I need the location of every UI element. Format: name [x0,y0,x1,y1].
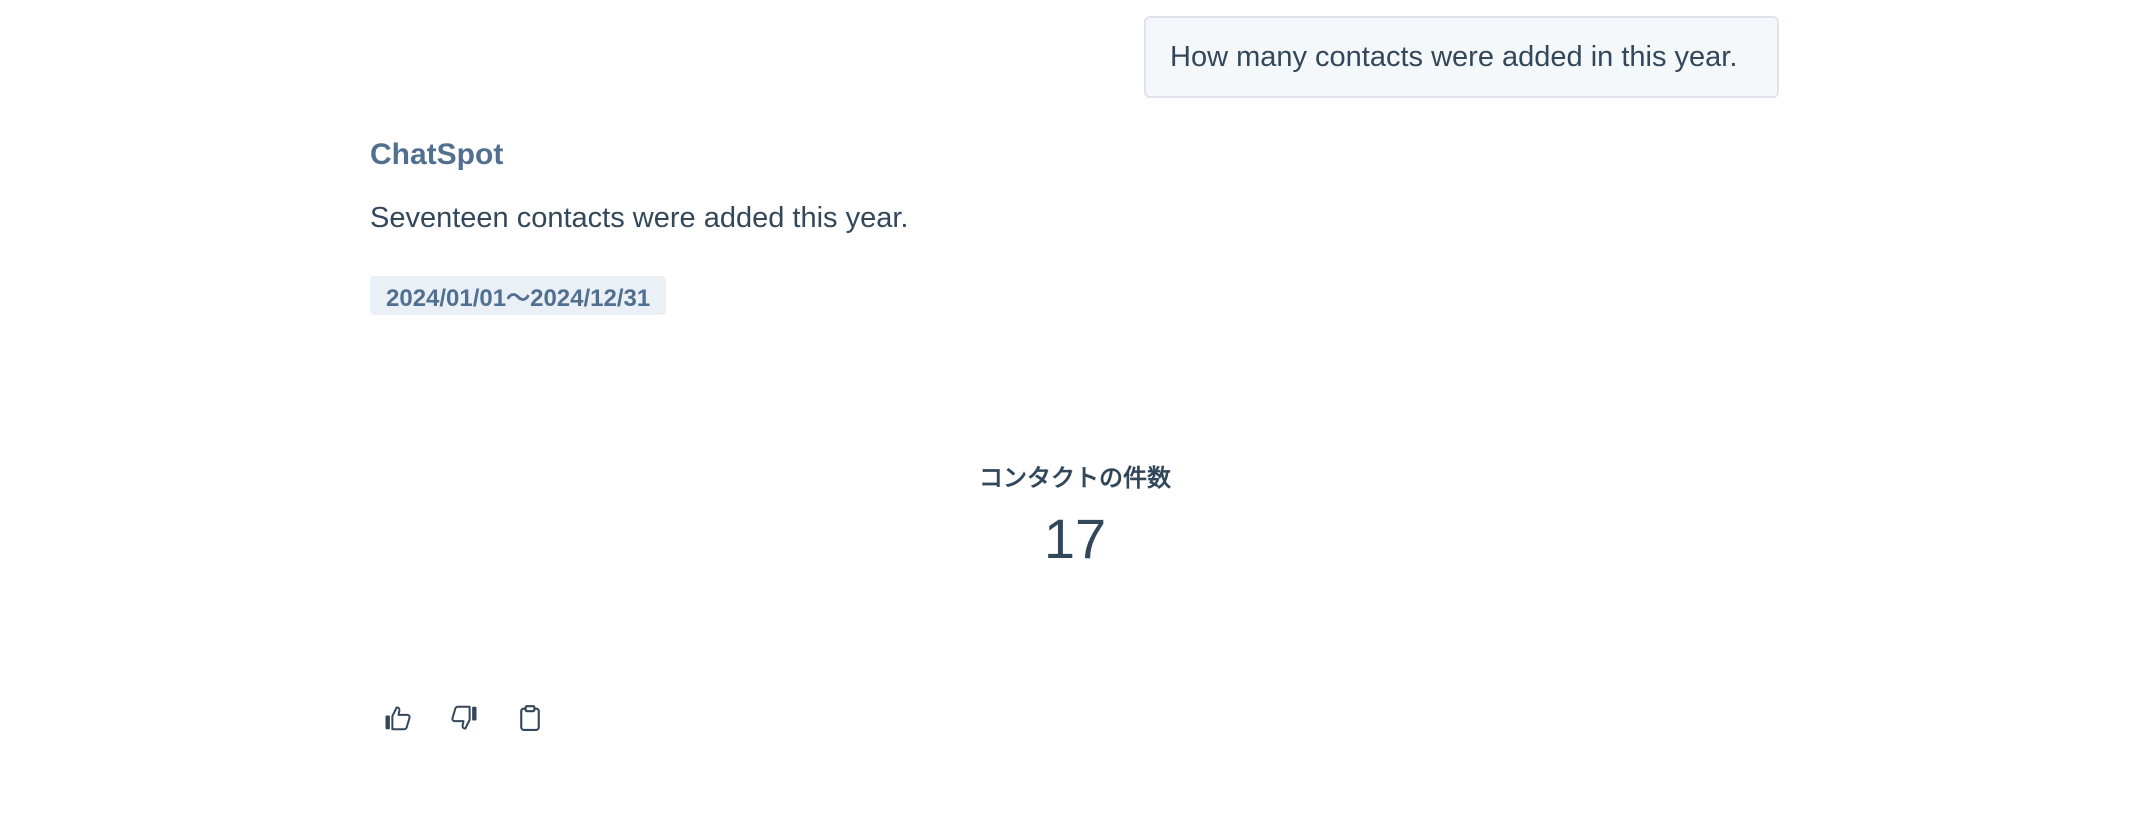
date-range-text: 2024/01/01〜2024/12/31 [386,285,651,312]
date-range-badge: 2024/01/01〜2024/12/31 [370,276,667,315]
user-message-text: How many contacts were added in this yea… [1170,40,1738,73]
assistant-name: ChatSpot [370,138,504,171]
thumbs-down-icon [449,703,479,738]
chat-page: How many contacts were added in this yea… [0,0,2152,834]
user-message-bubble: How many contacts were added in this yea… [1144,16,1779,98]
copy-button[interactable] [510,700,550,740]
thumbs-up-button[interactable] [378,700,418,740]
assistant-answer-text: Seventeen contacts were added this year. [370,202,909,234]
metric-value: 17 [1043,507,1107,570]
thumbs-down-button[interactable] [444,700,484,740]
thumbs-up-icon [383,703,413,738]
feedback-toolbar [378,700,550,740]
clipboard-icon [515,703,545,738]
metric-label: コンタクトの件数 [979,464,1171,492]
